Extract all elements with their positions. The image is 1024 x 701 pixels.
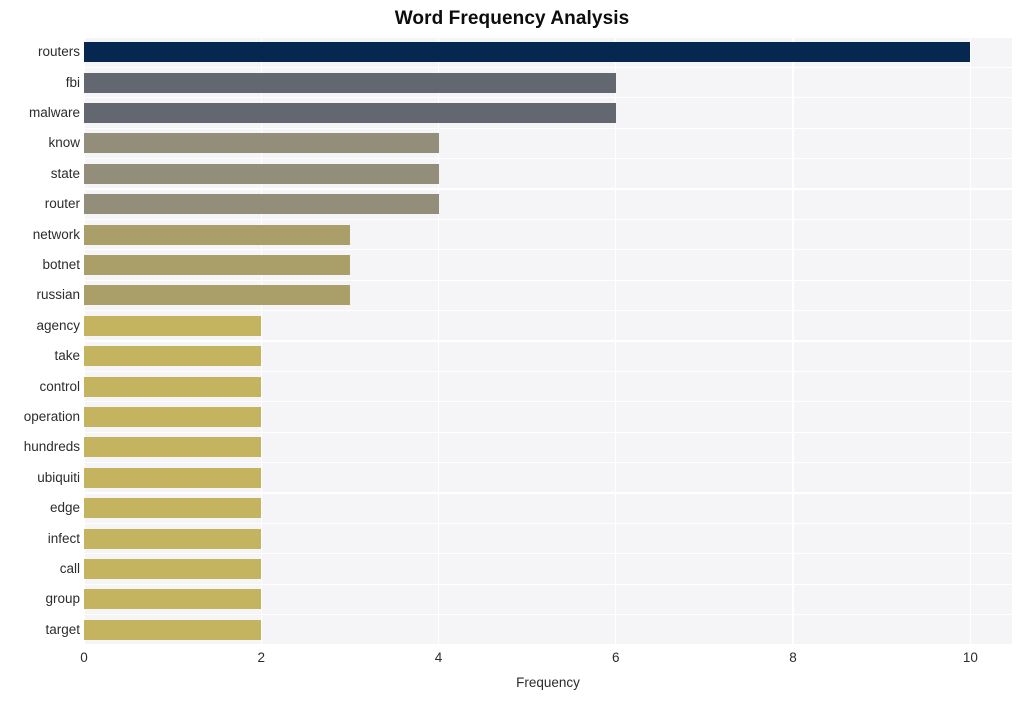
x-axis-tick-labels: 0 2 4 6 8 10 [0,649,1024,673]
x-tick-0: 0 [80,650,88,665]
y-axis-label-edge: edge [49,500,80,516]
y-axis-label-know: know [48,135,80,151]
bar-russian[interactable] [84,285,350,306]
bar-control[interactable] [84,376,262,397]
bar-state[interactable] [84,163,439,184]
bar-agency[interactable] [84,315,262,336]
y-axis-label-call: call [59,561,80,576]
y-axis-label-botnet: botnet [42,257,80,272]
y-axis-label-target: target [45,621,80,637]
bar-edge[interactable] [84,498,262,519]
x-tick-2: 2 [257,650,266,665]
y-axis-label-network: network [32,226,80,242]
y-axis-label-control: control [39,378,80,394]
x-tick-4: 4 [434,650,443,665]
bar-routers[interactable] [84,42,971,63]
bar-malware[interactable] [84,103,616,123]
y-axis-label-ubiquiti: ubiquiti [37,469,80,485]
y-axis-label-operation: operation [23,409,80,424]
x-axis-title: Frequency [516,675,580,690]
y-axis-label-state: state [50,165,80,181]
bar-target[interactable] [84,619,262,640]
y-axis-label-fbi: fbi [65,74,80,90]
bar-fbi[interactable] [84,72,616,93]
bar-network[interactable] [84,224,350,245]
y-axis-label-agency: agency [36,317,80,333]
plot-area [83,36,1012,646]
bar-call[interactable] [84,559,262,579]
y-axis-category-labels: routers fbi malware know state router network b… [0,37,80,645]
y-axis-label-router: router [44,196,80,212]
y-axis-label-malware: malware [28,105,80,120]
bar-take[interactable] [84,346,262,367]
y-axis-label-russian: russian [36,287,80,303]
bars-layer [84,37,1012,645]
word-frequency-bar-chart: Word Frequency Analysis routers fbi malwar… [0,0,1024,701]
bar-hundreds[interactable] [84,437,262,458]
bar-infect[interactable] [84,528,262,549]
y-axis-label-take: take [54,348,80,364]
x-tick-10: 10 [962,650,978,665]
bar-group[interactable] [84,589,262,610]
bar-botnet[interactable] [84,255,350,275]
y-axis-label-hundreds: hundreds [23,439,80,455]
x-tick-8: 8 [789,650,797,665]
bar-ubiquiti[interactable] [84,467,262,488]
bar-know[interactable] [84,133,439,154]
bar-operation[interactable] [84,407,262,427]
y-axis-label-infect: infect [47,530,80,546]
y-axis-label-group: group [45,591,80,607]
bar-router[interactable] [84,194,439,215]
chart-title: Word Frequency Analysis [394,8,630,29]
x-tick-6: 6 [612,650,620,665]
y-axis-label-routers: routers [37,44,80,60]
